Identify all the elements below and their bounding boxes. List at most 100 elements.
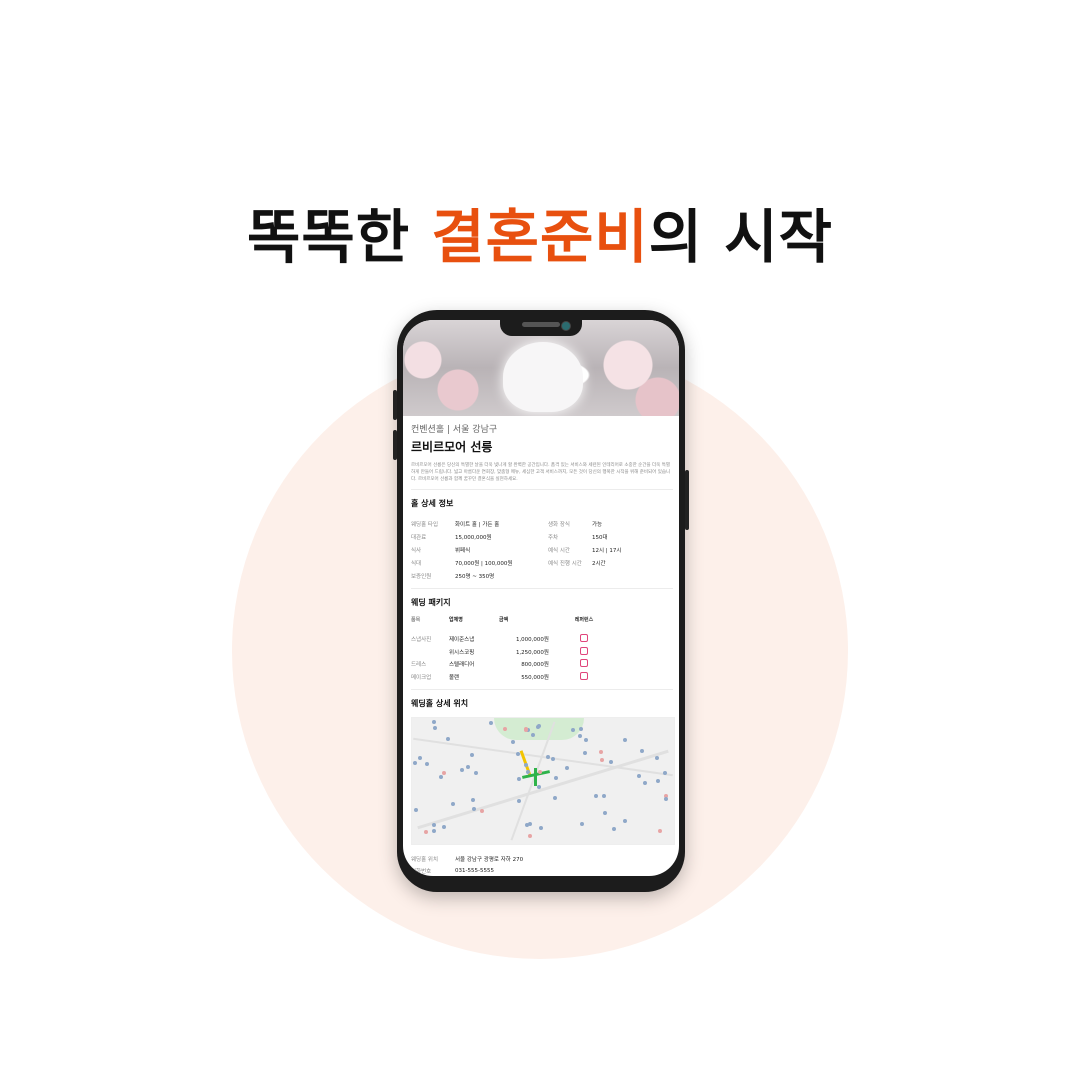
hall-info-row: 예식 시간 12시 | 17시 — [548, 543, 673, 556]
map-pin — [580, 822, 584, 826]
map-pin — [637, 774, 641, 778]
map-pin — [424, 830, 428, 834]
hall-info-row: 식사 뷔페식 — [411, 543, 536, 556]
package-vendor: 제이준스냅 — [449, 637, 475, 644]
map-pin — [442, 825, 446, 829]
package-item: 스냅사진 — [411, 637, 432, 644]
venue-detail: 컨벤션홀 | 서울 강남구 르비르모어 선릉 르비르모어 선릉은 당신의 특별한… — [411, 422, 675, 876]
map-pin — [571, 728, 575, 732]
map-pin — [503, 727, 507, 731]
package-header-item: 품목 — [411, 617, 421, 623]
hall-info-right: 생화 장식 가능 주차 150대 예식 시간 12시 | 17시 예식 진행 시간 2시간 — [536, 517, 673, 582]
map-pin — [537, 785, 541, 789]
map-pin — [531, 733, 535, 737]
hall-info-row-value: 뷔페식 — [455, 547, 471, 554]
map-pin — [539, 826, 543, 830]
map-pin — [600, 758, 604, 762]
hall-info-row: 주차 150대 — [548, 530, 673, 543]
map-pin — [525, 823, 529, 827]
hero-gown — [503, 342, 583, 412]
location-row-value: 서울 강남구 광평로 자하 270 — [455, 857, 524, 863]
map-pin — [460, 768, 464, 772]
map-pin — [602, 794, 606, 798]
map-pin — [418, 756, 422, 760]
package-row: 스냅사진 제이준스냅 1,000,000원 — [411, 633, 673, 646]
hall-info-row-label: 대관료 — [411, 534, 427, 541]
map-pin — [524, 727, 528, 731]
package-price: 550,000원 — [521, 674, 549, 681]
map-route-green — [534, 768, 537, 786]
location-info: 웨딩홀 위치서울 강남구 광평로 자하 270전화번호031-555-5555홈… — [411, 853, 673, 876]
venue-description: 르비르모어 선릉은 당신의 특별한 날을 더욱 빛나게 할 완벽한 공간입니다.… — [411, 463, 671, 482]
map-pin — [656, 779, 660, 783]
phone-screen: 컨벤션홀 | 서울 강남구 르비르모어 선릉 르비르모어 선릉은 당신의 특별한… — [403, 320, 679, 876]
map-pin — [451, 802, 455, 806]
hall-info-row: 보증인원 250명 ~ 350명 — [411, 569, 536, 582]
instagram-icon[interactable] — [580, 634, 588, 643]
package-row: 드레스 스텔래디어 800,000원 — [411, 658, 673, 671]
package-vendor: 스텔래디어 — [449, 662, 475, 669]
package-header-price: 금액 — [499, 617, 509, 623]
hall-info-row-label: 주차 — [548, 534, 559, 541]
map-pin — [414, 808, 418, 812]
package-header: 품목 업체명 금액 레퍼런스 — [411, 616, 673, 623]
hall-info-row-label: 식대 — [411, 560, 422, 567]
package-reference — [549, 646, 619, 657]
power-button — [685, 470, 689, 530]
hall-info-row-label: 예식 진행 시간 — [548, 560, 582, 567]
map-pin — [655, 756, 659, 760]
map-pin — [583, 751, 587, 755]
map-pin — [433, 726, 437, 730]
divider — [411, 588, 673, 589]
map-pin — [623, 819, 627, 823]
hall-info-row-label: 보증인원 — [411, 573, 432, 580]
phone-speaker — [522, 322, 560, 327]
map-pin — [470, 753, 474, 757]
map-pin — [565, 766, 569, 770]
map-pin — [511, 740, 515, 744]
map-pin — [546, 755, 550, 759]
map-pin — [466, 765, 470, 769]
map-pin — [474, 771, 478, 775]
map-pin — [599, 750, 603, 754]
package-row: 위시스코핑 1,250,000원 — [411, 646, 673, 659]
volume-up-button — [393, 390, 397, 420]
map-pin — [663, 771, 667, 775]
headline-part1: 똑똑한 — [246, 203, 432, 271]
location-map[interactable] — [411, 717, 675, 845]
hall-info-row-value: 15,000,000원 — [455, 534, 492, 541]
map-pin — [442, 771, 446, 775]
map-pin — [579, 727, 583, 731]
hall-info-row-label: 생화 장식 — [548, 521, 570, 528]
package-vendor: 위시스코핑 — [449, 649, 475, 656]
package-title: 웨딩 패키지 — [411, 598, 451, 607]
map-pin — [554, 776, 558, 780]
package-item: 메이크업 — [411, 674, 432, 681]
package-row: 메이크업 볼랜 550,000원 — [411, 671, 673, 684]
package-rows: 스냅사진 제이준스냅 1,000,000원 위시스코핑 1,250,000원 드레스 스텔래… — [411, 633, 673, 683]
venue-name: 르비르모어 선릉 — [411, 440, 493, 454]
hall-info-row: 웨딩홀 타입 화이트 홀 | 가든 홀 — [411, 517, 536, 530]
map-pin — [432, 823, 436, 827]
hall-info-row-label: 예식 시간 — [548, 547, 570, 554]
map-pin — [584, 738, 588, 742]
map-pin — [536, 725, 540, 729]
package-price: 1,000,000원 — [515, 637, 549, 644]
package-reference — [549, 634, 619, 644]
package-header-vendor: 업체명 — [449, 617, 463, 623]
map-pin — [413, 761, 417, 765]
instagram-icon[interactable] — [580, 671, 588, 680]
map-pin — [432, 720, 436, 724]
package-vendor: 볼랜 — [449, 674, 460, 681]
instagram-icon[interactable] — [580, 659, 588, 668]
hall-info-row: 대관료 15,000,000원 — [411, 530, 536, 543]
package-price: 800,000원 — [521, 662, 549, 669]
location-row-value: 031-555-5555 — [455, 868, 494, 874]
map-pin — [517, 777, 521, 781]
map-pin — [538, 770, 542, 774]
map-pin — [603, 811, 607, 815]
camera-icon — [561, 321, 571, 331]
map-pin — [489, 721, 493, 725]
instagram-icon[interactable] — [580, 646, 588, 655]
map-pin — [551, 757, 555, 761]
